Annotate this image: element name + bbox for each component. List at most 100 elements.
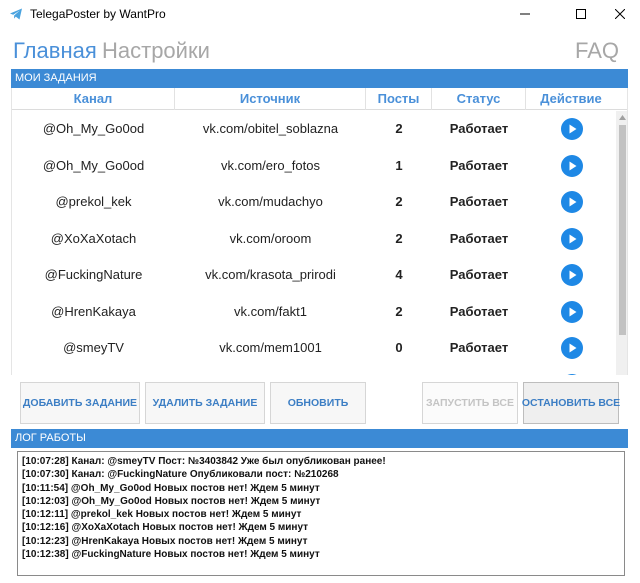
- row-posts: 1: [395, 157, 403, 173]
- row-posts: 2: [395, 121, 403, 136]
- row-source: vk.com/ero_fotos: [221, 157, 320, 173]
- log-section-header: ЛОГ РАБОТЫ: [11, 429, 628, 448]
- tasks-table: Канал Источник Посты Статус Действие @Oh…: [11, 88, 628, 375]
- row-channel: [12, 367, 175, 376]
- table-row[interactable]: [12, 367, 616, 376]
- log-line: [10:07:28] Канал: @smeyTV Пост: №3403842…: [22, 456, 386, 467]
- log-line: [10:12:11] @prekol_kek Новых постов нет!…: [22, 509, 302, 521]
- row-source: vk.com/krasota_prirodi: [205, 267, 336, 282]
- play-icon: [569, 161, 577, 170]
- row-status: Работает: [449, 303, 509, 319]
- play-button[interactable]: [561, 264, 583, 286]
- row-action-cell: [526, 184, 616, 220]
- row-posts: 4: [395, 267, 403, 282]
- row-source: vk.com/mem1001: [219, 340, 322, 355]
- log-line: [10:12:16] @XoXaXotach Новых постов нет!…: [22, 522, 309, 534]
- nav-faq-tab[interactable]: FAQ: [575, 38, 619, 64]
- close-button[interactable]: [600, 0, 640, 28]
- tasks-section-header: МОИ ЗАДАНИЯ: [11, 69, 628, 88]
- minimize-button[interactable]: [502, 0, 548, 28]
- table-row[interactable]: @Oh_My_Go0od vk.com/obitel_soblazna 2 Ра…: [12, 111, 616, 148]
- log-line: [10:11:54] @Oh_My_Go0od Новых постов нет…: [22, 482, 320, 494]
- column-header-action[interactable]: Действие: [526, 88, 616, 110]
- row-status: [432, 367, 526, 376]
- table-header: Канал Источник Посты Статус Действие: [12, 88, 627, 110]
- log-line: [10:12:38] @FuckingNature Новых постов н…: [22, 549, 320, 561]
- play-icon: [569, 343, 577, 353]
- row-source: vk.com/mudachyo: [218, 194, 323, 209]
- nav-main-tab[interactable]: Главная: [13, 38, 97, 64]
- refresh-button[interactable]: ОБНОВИТЬ: [270, 382, 366, 424]
- row-status: Работает: [449, 340, 509, 355]
- row-status: Работает: [449, 157, 509, 173]
- table-scrollbar[interactable]: [616, 111, 627, 375]
- column-header-status[interactable]: Статус: [432, 88, 526, 110]
- column-header-source[interactable]: Источник: [175, 88, 366, 110]
- scroll-up-button[interactable]: [616, 111, 627, 124]
- table-row[interactable]: @FuckingNature vk.com/krasota_prirodi 4 …: [12, 257, 616, 294]
- play-icon: [569, 270, 577, 280]
- play-button[interactable]: [561, 300, 583, 323]
- row-channel: @Oh_My_Go0od: [42, 121, 145, 136]
- log-line: [10:12:03] @Oh_My_Go0od Новых постов нет…: [22, 495, 321, 507]
- minimize-icon: [520, 13, 530, 15]
- table-row[interactable]: @prekol_kek vk.com/mudachyo 2 Работает: [12, 184, 616, 221]
- play-icon: [569, 124, 577, 134]
- row-action-cell: [526, 294, 616, 330]
- row-posts: 2: [395, 194, 403, 209]
- row-posts: [366, 367, 432, 376]
- row-source: [175, 367, 366, 376]
- play-icon: [561, 374, 583, 376]
- row-posts: 2: [395, 303, 403, 319]
- row-action-cell: [526, 330, 616, 366]
- play-button[interactable]: [561, 373, 583, 376]
- row-channel: @Oh_My_Go0od: [42, 157, 145, 173]
- row-channel: @HrenKakaya: [51, 303, 136, 319]
- row-channel: @prekol_kek: [55, 194, 132, 209]
- play-button[interactable]: [561, 154, 583, 177]
- stop-all-button[interactable]: ОСТАНОВИТЬ ВСЕ: [522, 382, 620, 424]
- row-status: Работает: [449, 267, 509, 282]
- row-status: Работает: [449, 121, 509, 136]
- table-body: @Oh_My_Go0od vk.com/obitel_soblazna 2 Ра…: [12, 111, 616, 375]
- row-action-cell: [526, 367, 616, 376]
- telegram-plane-icon: [10, 8, 22, 20]
- play-icon: [569, 234, 577, 243]
- table-row[interactable]: @smeyTV vk.com/mem1001 0 Работает: [12, 330, 616, 367]
- column-header-posts[interactable]: Посты: [366, 88, 432, 110]
- log-line: [10:12:23] @HrenKakaya Новых постов нет!…: [22, 535, 308, 547]
- play-button[interactable]: [561, 337, 583, 359]
- row-posts: 2: [395, 230, 403, 246]
- row-channel: @FuckingNature: [44, 267, 143, 282]
- scroll-thumb[interactable]: [619, 125, 626, 335]
- delete-task-button[interactable]: УДАЛИТЬ ЗАДАНИЕ: [145, 382, 265, 424]
- play-icon: [569, 307, 577, 316]
- window-title: TelegaPoster by WantPro: [30, 7, 166, 21]
- nav-settings-tab[interactable]: Настройки: [102, 38, 210, 64]
- log-textarea[interactable]: [10:07:28] Канал: @smeyTV Пост: №3403842…: [17, 451, 625, 576]
- start-all-button[interactable]: ЗАПУСТИТЬ ВСЕ: [422, 382, 518, 424]
- row-channel: @XoXaXotach: [50, 230, 137, 246]
- play-button[interactable]: [561, 227, 583, 250]
- row-posts: 0: [395, 340, 403, 355]
- row-action-cell: [526, 148, 616, 184]
- maximize-icon: [576, 9, 586, 19]
- row-status: Работает: [449, 230, 509, 246]
- chevron-up-icon: [619, 115, 626, 120]
- table-row[interactable]: @Oh_My_Go0od vk.com/ero_fotos 1 Работает: [12, 148, 616, 185]
- log-line: [10:07:30] Канал: @FuckingNature Опублик…: [22, 469, 339, 481]
- play-icon: [569, 197, 577, 207]
- add-task-button[interactable]: ДОБАВИТЬ ЗАДАНИЕ: [20, 382, 140, 424]
- maximize-button[interactable]: [558, 0, 604, 28]
- row-action-cell: [526, 221, 616, 257]
- column-header-channel[interactable]: Канал: [12, 88, 175, 110]
- row-source: vk.com/fakt1: [234, 303, 307, 319]
- close-icon: [615, 9, 625, 19]
- table-row[interactable]: @XoXaXotach vk.com/oroom 2 Работает: [12, 221, 616, 258]
- row-status: Работает: [449, 194, 509, 209]
- table-row[interactable]: @HrenKakaya vk.com/fakt1 2 Работает: [12, 294, 616, 331]
- play-button[interactable]: [561, 118, 583, 140]
- row-action-cell: [526, 257, 616, 293]
- row-action-cell: [526, 111, 616, 147]
- play-button[interactable]: [561, 191, 583, 213]
